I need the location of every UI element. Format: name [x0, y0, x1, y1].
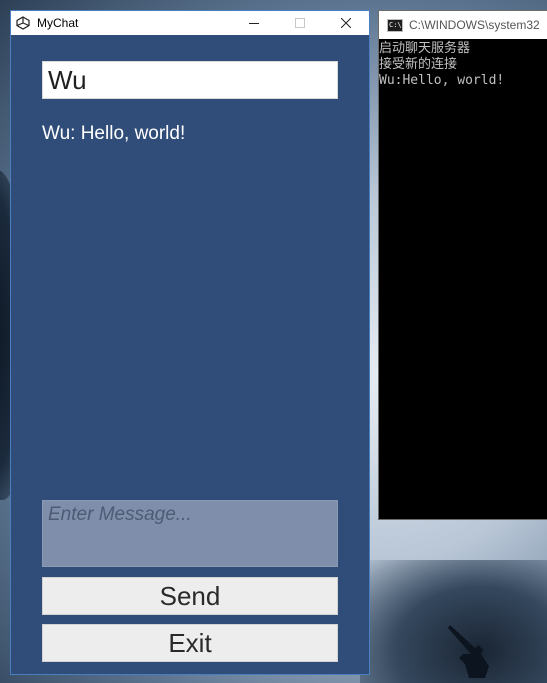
chat-client-area: Wu Wu: Hello, world! Enter Message... Se… [11, 35, 369, 674]
console-title: C:\WINDOWS\system32 [409, 18, 540, 32]
name-input[interactable]: Wu [42, 61, 338, 99]
console-line: 启动聊天服务器 [379, 41, 471, 56]
wallpaper-silhouette [448, 625, 489, 678]
chat-log: Wu: Hello, world! [42, 122, 338, 146]
chat-message: Wu: Hello, world! [42, 123, 186, 144]
window-title: MyChat [37, 16, 79, 30]
console-line: Wu:Hello, world! [379, 73, 505, 88]
close-icon [341, 18, 351, 28]
console-line: 接受新的连接 [379, 57, 458, 72]
console-window[interactable]: C:\ C:\WINDOWS\system32 启动聊天服务器 接受新的连接 W… [378, 10, 547, 520]
minimize-button[interactable] [231, 11, 277, 35]
console-icon: C:\ [387, 18, 403, 32]
close-button[interactable] [323, 11, 369, 35]
maximize-icon [295, 18, 305, 28]
console-output: 启动聊天服务器 接受新的连接 Wu:Hello, world! [379, 41, 547, 89]
unity-logo-icon [15, 15, 31, 31]
maximize-button[interactable] [277, 11, 323, 35]
console-titlebar[interactable]: C:\ C:\WINDOWS\system32 [379, 11, 547, 39]
send-button[interactable]: Send [42, 577, 338, 615]
exit-button[interactable]: Exit [42, 624, 338, 662]
window-controls [231, 11, 369, 35]
mychat-window[interactable]: MyChat Wu Wu: Hello, world! Enter Messag… [10, 10, 370, 675]
message-input[interactable]: Enter Message... [42, 500, 338, 567]
window-titlebar[interactable]: MyChat [11, 11, 369, 35]
minimize-icon [249, 23, 259, 24]
